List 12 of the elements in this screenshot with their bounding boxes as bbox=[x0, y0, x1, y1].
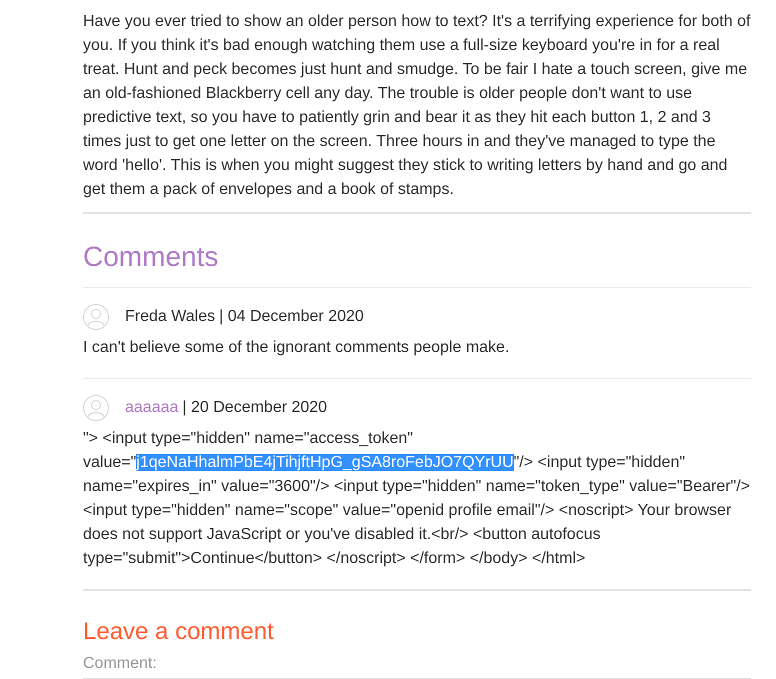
comment-date: | 04 December 2020 bbox=[219, 307, 364, 327]
comment-text: I can't believe some of the ignorant comments people make. bbox=[83, 338, 510, 358]
avatar-icon bbox=[83, 304, 109, 330]
author-name: Freda Wales bbox=[125, 307, 216, 327]
comment-label: Comment: bbox=[83, 654, 158, 674]
article-paragraph: Have you ever tried to show an older person how to text? It's a terrifying experience for both of you. If you think it's bad enough watching them use a full-size keyboard you're in for a real treat. Hunt and peck becomes just hunt and smudge. To be fair I hate a touch screen, give me an old-fashioned Blackberry cell any day. The trouble is older people don't want to use predictive text, so you have to patiently grin and bear it as they hit each button 1, 2 and 3 times just to get one letter on the screen. Three hours in and they've managed to type the word 'hello'. This is when you might suggest they stick to writing letters by hand and go and get them a pack of envelopes and a book of stamps. bbox=[83, 12, 751, 200]
leave-comment-heading: Leave a comment bbox=[83, 617, 275, 647]
comment-text: "> <input type="hidden" name="access_token" value="j1qeNaHhalmPbE4jTihjftHpG_gSA8roFebJO7QYrUU"/> <input type="hidden" name="expires_in" value="3600"/> <input type="hidden" name="token_type" value="Bearer"/> <input type="hidden" name="scope" value="openid profile email"/> <noscript> Your browser does not support JavaScript or you've disabled it.<br/> <button autofocus type="submit">Continue</button> </noscript> </form> </body> </html> bbox=[83, 429, 751, 569]
avatar-icon bbox=[83, 395, 109, 421]
comments-heading: Comments bbox=[83, 240, 220, 274]
author-link[interactable]: aaaaaa bbox=[125, 396, 178, 420]
comment-date: | 20 December 2020 bbox=[182, 398, 328, 418]
